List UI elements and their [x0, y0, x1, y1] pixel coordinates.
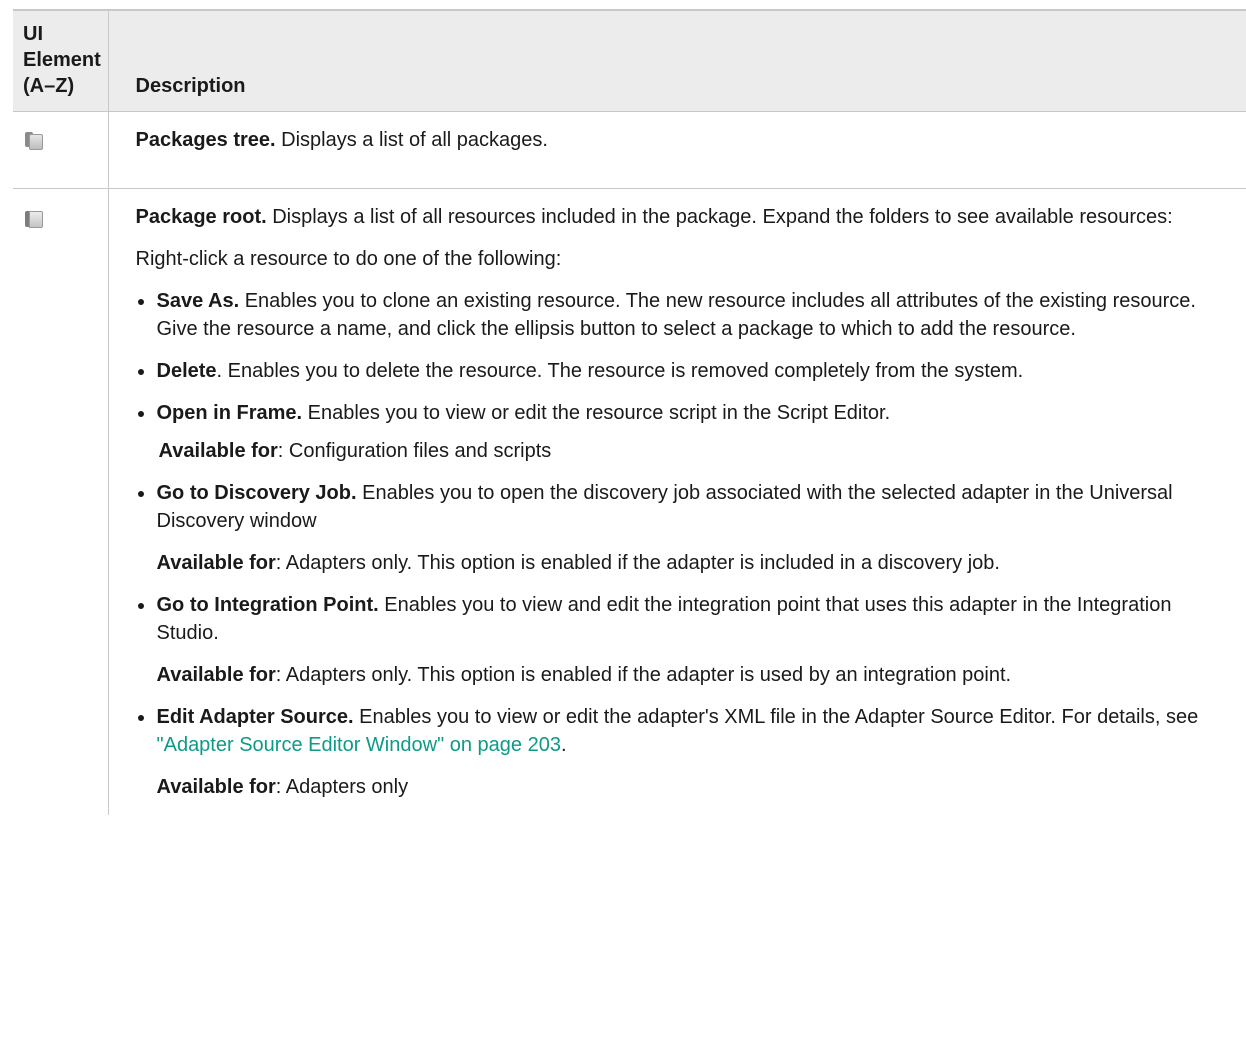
- availability-text: : Configuration files and scripts: [277, 440, 552, 462]
- ui-element-cell: [13, 111, 109, 189]
- table-header-row: UI Element (A–Z) Description: [13, 9, 1246, 112]
- option-title-delete: Delete: [156, 360, 217, 382]
- availability-text: : Adapters only. This option is enabled …: [275, 664, 1012, 686]
- header-ui-line3: (A–Z): [23, 75, 75, 97]
- table-row: Packages tree. Displays a list of all pa…: [13, 111, 1246, 189]
- list-item: Save As. Enables you to clone an existin…: [136, 287, 1217, 343]
- list-item: Edit Adapter Source. Enables you to view…: [136, 703, 1217, 801]
- context-menu-options-list: Save As. Enables you to clone an existin…: [136, 287, 1217, 801]
- option-title-go-to-discovery-job: Go to Discovery Job.: [156, 482, 357, 504]
- availability-label: Available for: [156, 776, 276, 798]
- list-item: Delete. Enables you to delete the resour…: [136, 357, 1217, 385]
- availability-label: Available for: [158, 440, 278, 462]
- availability-note: Available for: Adapters only: [157, 773, 1217, 801]
- list-item: Open in Frame. Enables you to view or ed…: [136, 399, 1217, 465]
- description-cell: Package root. Displays a list of all res…: [108, 189, 1246, 816]
- availability-label: Available for: [156, 552, 276, 574]
- availability-note: Available for: Configuration files and s…: [157, 437, 1217, 465]
- packages-tree-icon: [24, 132, 44, 150]
- options-intro: Right-click a resource to do one of the …: [135, 248, 562, 270]
- availability-note: Available for: Adapters only. This optio…: [157, 661, 1217, 689]
- row-title: Package root.: [135, 206, 267, 228]
- option-title-edit-adapter-source: Edit Adapter Source.: [156, 706, 354, 728]
- row-title: Packages tree.: [135, 129, 276, 151]
- ui-elements-table: UI Element (A–Z) Description Packages tr…: [13, 9, 1246, 815]
- availability-text: : Adapters only: [275, 776, 409, 798]
- package-root-icon: [24, 211, 44, 229]
- option-text: Enables you to view or edit the resource…: [302, 402, 891, 424]
- adapter-source-editor-link[interactable]: "Adapter Source Editor Window" on page 2…: [157, 734, 561, 756]
- header-ui-element: UI Element (A–Z): [13, 9, 109, 112]
- availability-label: Available for: [156, 664, 276, 686]
- option-title-open-in-frame: Open in Frame.: [156, 402, 303, 424]
- description-cell: Packages tree. Displays a list of all pa…: [108, 111, 1246, 189]
- option-text: Enables you to clone an existing resourc…: [156, 290, 1196, 340]
- option-title-go-to-integration-point: Go to Integration Point.: [156, 594, 379, 616]
- option-title-save-as: Save As.: [156, 290, 240, 312]
- availability-note: Available for: Adapters only. This optio…: [157, 549, 1217, 577]
- ui-element-cell: [13, 188, 109, 815]
- row-text: Displays a list of all packages.: [275, 129, 548, 151]
- row-text: Displays a list of all resources include…: [266, 206, 1173, 228]
- availability-text: : Adapters only. This option is enabled …: [275, 552, 1000, 574]
- header-description: Description: [108, 9, 1246, 112]
- option-text: . Enables you to delete the resource. Th…: [216, 360, 1024, 382]
- list-item: Go to Discovery Job. Enables you to open…: [136, 479, 1217, 577]
- header-ui-line2: Element: [23, 49, 101, 71]
- option-text: Enables you to view or edit the adapter'…: [353, 706, 1199, 728]
- table-row: Package root. Displays a list of all res…: [13, 188, 1246, 816]
- option-text-after: .: [560, 734, 567, 756]
- list-item: Go to Integration Point. Enables you to …: [136, 591, 1217, 689]
- header-ui-line1: UI: [23, 23, 43, 45]
